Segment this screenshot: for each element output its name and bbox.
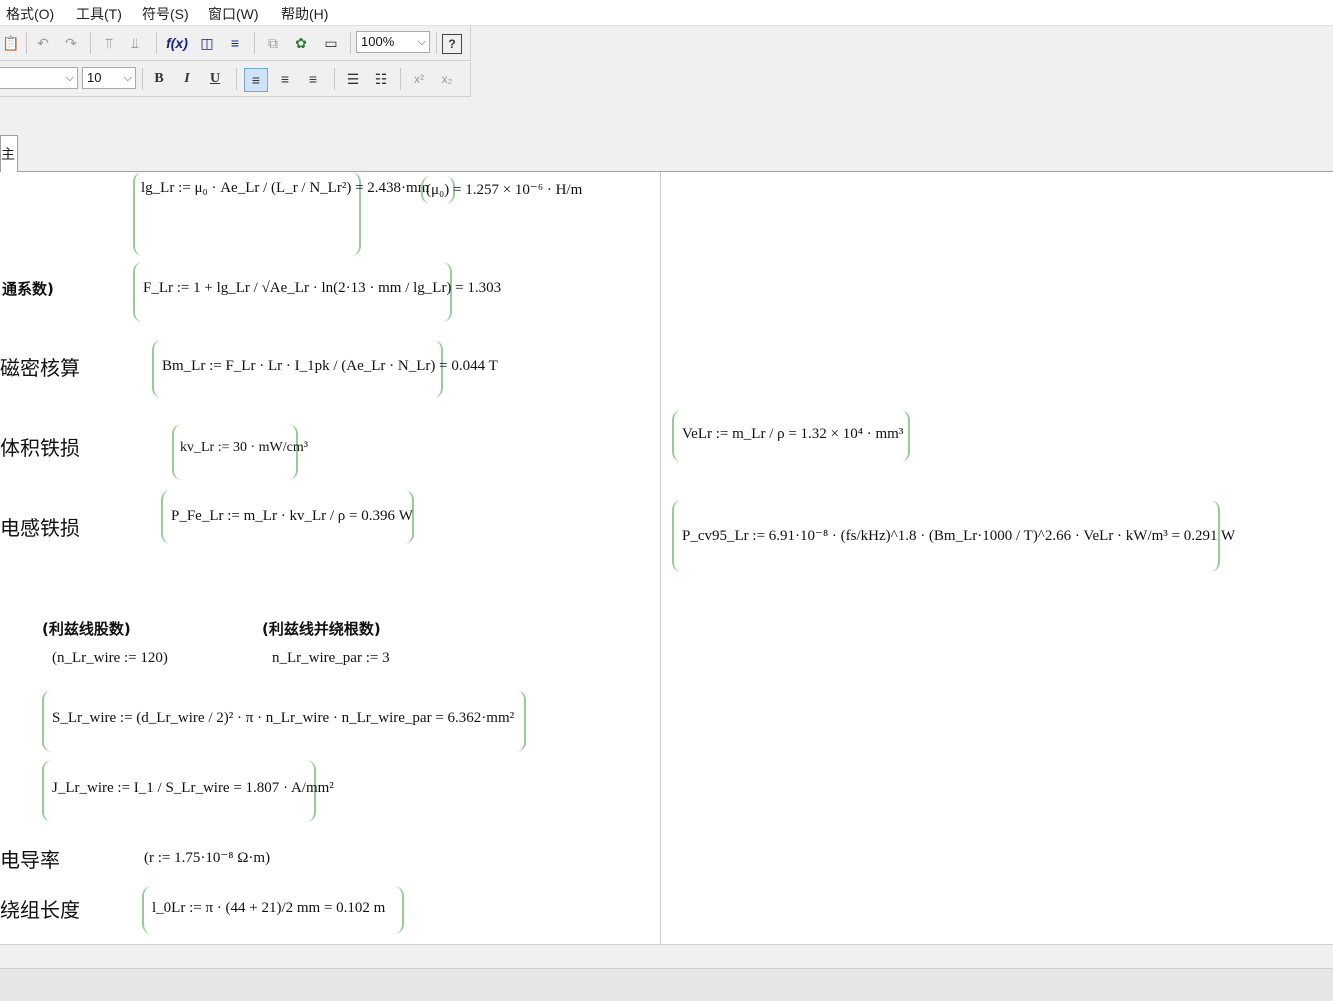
zoom-value: 100% — [361, 34, 395, 49]
toolbar-separator — [334, 68, 335, 90]
math-region-s[interactable]: S_Lr_wire := (d_Lr_wire / 2)² · π · n_Lr… — [42, 690, 526, 752]
font-select[interactable]: ⌵ — [0, 67, 78, 89]
bold-button[interactable]: B — [148, 68, 170, 90]
menu-symbols[interactable]: 符号(S) — [142, 4, 189, 24]
pfe-section-label: 电感铁损 — [0, 516, 80, 540]
math-region-pfe[interactable]: P_Fe_Lr := m_Lr · kv_Lr / ρ = 0.396 W — [161, 490, 414, 544]
math-region-l[interactable]: l_0Lr := π · (44 + 21)/2 mm = 0.102 m — [142, 886, 404, 934]
velr-expression: VeLr := m_Lr / ρ = 1.32 × 10⁴ · mm³ — [682, 426, 904, 442]
math-region-j[interactable]: J_Lr_wire := I_1 / S_Lr_wire = 1.807 · A… — [42, 760, 334, 822]
bm-section-label: 磁密核算 — [0, 356, 80, 380]
math-region-bm[interactable]: Bm_Lr := F_Lr · Lr · I_1pk / (Ae_Lr · N_… — [152, 340, 498, 398]
r-section-label: 电导率 — [0, 848, 60, 872]
align-left-icon[interactable]: ≡ — [244, 68, 268, 92]
menu-tools[interactable]: 工具(T) — [76, 4, 122, 24]
math-region-kv[interactable]: kv_Lr := 30 · mW/cm³ — [172, 424, 308, 480]
s-expression: S_Lr_wire := (d_Lr_wire / 2)² · π · n_Lr… — [52, 710, 515, 726]
f-expression: F_Lr := 1 + lg_Lr / √Ae_Lr · ln(2·13 · m… — [143, 280, 502, 296]
insert-function-icon[interactable]: f(x) — [166, 32, 188, 54]
paste-icon[interactable]: 📋 — [0, 32, 22, 54]
zoom-select[interactable]: 100% ⌵ — [356, 31, 430, 53]
wire-par-header: (利兹线并绕根数) — [262, 620, 381, 638]
pfe-expression: P_Fe_Lr := m_Lr · kv_Lr / ρ = 0.396 W — [171, 508, 413, 524]
align-center-icon[interactable]: ≡ — [274, 68, 296, 90]
italic-button[interactable]: I — [176, 68, 198, 90]
tab-worksheet[interactable]: 主 — [0, 135, 18, 172]
menu-format[interactable]: 格式(O) — [6, 4, 54, 24]
kv-section-label: 体积铁损 — [0, 436, 80, 460]
align-top-icon[interactable]: ⫪ — [98, 32, 120, 54]
toolbar-separator — [350, 32, 351, 54]
n-wire-expression[interactable]: (n_Lr_wire := 120) — [52, 650, 168, 667]
standard-toolbar: 📋 ↶ ↷ ⫪ ⫫ f(x) ◫ ≡ ⧉ ✿ ▭ 100% ⌵ ? — [0, 26, 471, 61]
status-bar — [0, 944, 1333, 969]
insert-unit-icon[interactable]: ◫ — [196, 32, 218, 54]
chevron-down-icon: ⌵ — [123, 72, 132, 84]
underline-button[interactable]: U — [204, 68, 226, 90]
kv-expression: kv_Lr := 30 · mW/cm³ — [180, 440, 308, 455]
toolbar-separator — [236, 68, 237, 90]
help-icon[interactable]: ? — [442, 34, 462, 54]
bullet-list-icon[interactable]: ☰ — [342, 68, 364, 90]
worksheet-tabs: 主 — [0, 131, 1333, 172]
lg-expression: lg_Lr := μ₀ · Ae_Lr / (L_r / N_Lr²) = 2.… — [141, 180, 430, 196]
mu0-expression[interactable]: (μ₀) = 1.257 × 10⁻⁶ · H/m — [426, 180, 582, 199]
resources-icon[interactable]: ✿ — [290, 32, 312, 54]
math-region-pcv[interactable]: P_cv95_Lr := 6.91·10⁻⁸ · (fs/kHz)^1.8 · … — [672, 500, 1235, 572]
menu-help[interactable]: 帮助(H) — [281, 4, 328, 24]
math-region-lg[interactable]: lg_Lr := μ₀ · Ae_Lr / (L_r / N_Lr²) = 2.… — [133, 172, 429, 256]
j-expression: J_Lr_wire := I_1 / S_Lr_wire = 1.807 · A… — [52, 780, 334, 796]
definition-icon[interactable]: ≡ — [224, 32, 246, 54]
toolbar-separator — [400, 68, 401, 90]
subscript-icon[interactable]: x₂ — [436, 68, 458, 90]
menu-window[interactable]: 窗口(W) — [208, 4, 259, 24]
toolbar-separator — [142, 68, 143, 90]
page-boundary-line — [660, 172, 661, 944]
toolbar-separator — [254, 32, 255, 54]
math-region-f[interactable]: F_Lr := 1 + lg_Lr / √Ae_Lr · ln(2·13 · m… — [133, 262, 501, 322]
toolbar-separator — [156, 32, 157, 54]
toolbar-separator — [90, 32, 91, 54]
worksheet[interactable]: lg_Lr := μ₀ · Ae_Lr / (L_r / N_Lr²) = 2.… — [0, 172, 1333, 944]
numbered-list-icon[interactable]: ☷ — [370, 68, 392, 90]
window-icon[interactable]: ▭ — [320, 32, 342, 54]
toolbar-separator — [26, 32, 27, 54]
chevron-down-icon: ⌵ — [65, 72, 74, 84]
l-expression: l_0Lr := π · (44 + 21)/2 mm = 0.102 m — [152, 900, 386, 916]
pcv-expression: P_cv95_Lr := 6.91·10⁻⁸ · (fs/kHz)^1.8 · … — [682, 528, 1236, 544]
component-icon[interactable]: ⧉ — [262, 32, 284, 54]
l-section-label: 绕组长度 — [0, 898, 80, 922]
font-size-value: 10 — [87, 70, 102, 85]
formatting-toolbar: ⌵ 10 ⌵ B I U ≡ ≡ ≡ ☰ ☷ x² x₂ — [0, 62, 471, 97]
math-region-velr[interactable]: VeLr := m_Lr / ρ = 1.32 × 10⁴ · mm³ — [672, 410, 910, 462]
redo-icon[interactable]: ↷ — [60, 32, 82, 54]
horizontal-scrollbar[interactable] — [0, 968, 1333, 1001]
bm-expression: Bm_Lr := F_Lr · Lr · I_1pk / (Ae_Lr · N_… — [162, 358, 498, 374]
menu-bar: 格式(O) 工具(T) 符号(S) 窗口(W) 帮助(H) — [0, 0, 1333, 26]
n-par-expression[interactable]: n_Lr_wire_par := 3 — [272, 650, 390, 667]
r-expression[interactable]: (r := 1.75·10⁻⁸ Ω·m) — [144, 848, 270, 867]
undo-icon[interactable]: ↶ — [32, 32, 54, 54]
toolbar-separator — [436, 32, 437, 54]
align-right-icon[interactable]: ≡ — [302, 68, 324, 90]
font-size-select[interactable]: 10 ⌵ — [82, 67, 136, 89]
wire-count-header: (利兹线股数) — [42, 620, 131, 638]
chevron-down-icon: ⌵ — [417, 36, 426, 48]
superscript-icon[interactable]: x² — [408, 68, 430, 90]
f-section-label: 通系数) — [2, 280, 54, 298]
align-down-icon[interactable]: ⫫ — [124, 32, 146, 54]
